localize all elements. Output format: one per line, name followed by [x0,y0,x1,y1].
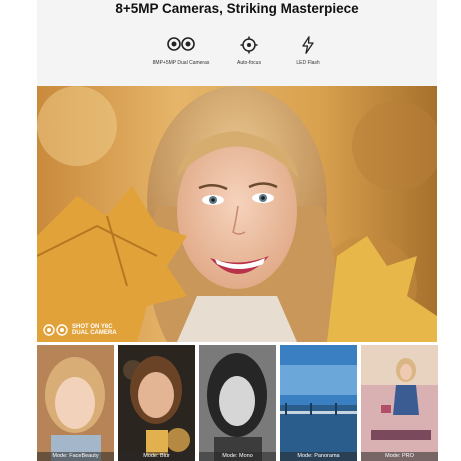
badge-line-2: DUAL CAMERA [72,330,117,336]
mode-gallery: Mode: FaceBeauty Mode: Blur Mode: Mono M… [37,345,438,461]
mode-label-blur: Mode: Blur [118,452,195,461]
mode-thumb-blur: Mode: Blur [118,345,195,461]
dual-camera-icon [43,324,69,336]
shot-on-badge: SHOT ON Y6C DUAL CAMERA [43,322,117,338]
mode-label-panorama: Mode: Panorama [280,452,357,461]
hero-photo: SHOT ON Y6C DUAL CAMERA [37,86,437,342]
mode-thumb-facebeauty: Mode: FaceBeauty [37,345,114,461]
flash-icon [268,36,348,56]
mode-thumb-mono: Mode: Mono [199,345,276,461]
feature-label-led-flash: LED Flash [296,60,320,66]
mode-thumb-pro: Mode: PRO [361,345,438,461]
header-banner: 8+5MP Cameras, Striking Masterpiece 8MP+… [37,0,437,86]
page-title: 8+5MP Cameras, Striking Masterpiece [115,1,359,16]
mode-thumb-panorama: Mode: Panorama [280,345,357,461]
feature-row: 8MP+5MP Dual Cameras Auto-focus LED Flas… [37,36,437,76]
mode-label-pro: Mode: PRO [361,452,438,461]
feature-led-flash: LED Flash [268,36,348,66]
mode-label-facebeauty: Mode: FaceBeauty [37,452,114,461]
mode-label-mono: Mode: Mono [199,452,276,461]
